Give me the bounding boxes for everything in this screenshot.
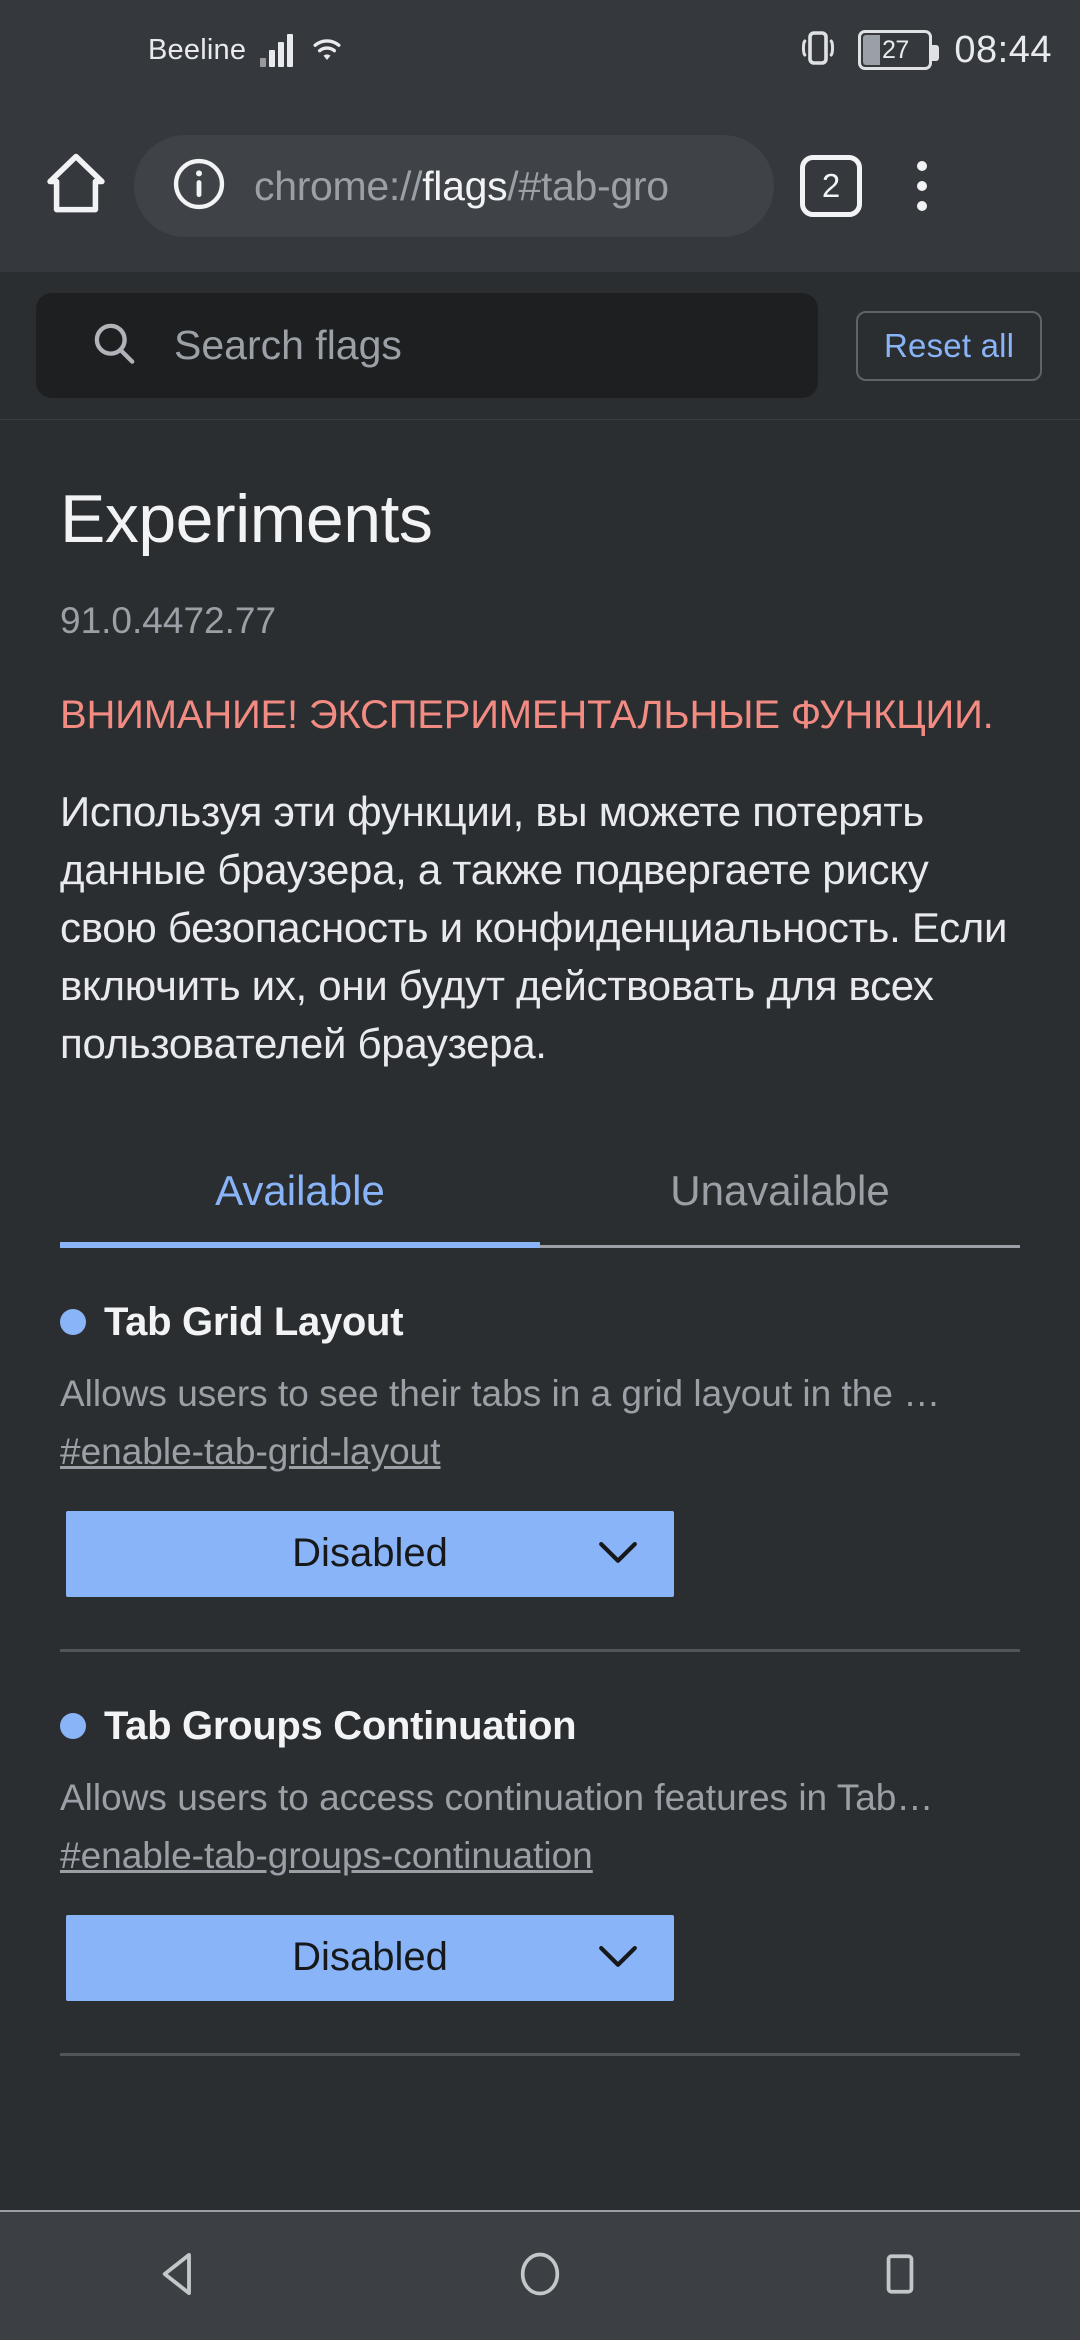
nav-recents-button[interactable] xyxy=(840,2216,960,2336)
battery-percent: 27 xyxy=(882,35,909,64)
status-bar-right: 27 08:44 xyxy=(800,28,1052,73)
tab-unavailable[interactable]: Unavailable xyxy=(540,1139,1020,1245)
tab-switcher-button[interactable]: 2 xyxy=(800,155,862,217)
info-circle-icon[interactable] xyxy=(170,155,228,218)
back-triangle-icon xyxy=(153,2247,207,2306)
page-title: Experiments xyxy=(60,481,433,557)
flag-header: Tab Grid Layout xyxy=(60,1300,1020,1345)
home-button[interactable] xyxy=(30,140,122,232)
url-bar[interactable]: chrome://flags/#tab-gro xyxy=(134,135,774,237)
flag-divider xyxy=(60,1648,1020,1652)
flag-description: Allows users to access continuation feat… xyxy=(60,1776,934,1818)
status-bar-left: Beeline xyxy=(148,32,347,69)
carrier-label: Beeline xyxy=(148,33,247,66)
signal-icon xyxy=(260,33,294,67)
flag-description: Allows users to see their tabs in a grid… xyxy=(60,1372,941,1414)
home-icon xyxy=(39,147,113,226)
flag-status-dot-icon xyxy=(60,1309,86,1336)
search-input[interactable]: Search flags xyxy=(36,293,818,398)
page-content: Experiments 91.0.4472.77 ВНИМАНИЕ! ЭКСПЕ… xyxy=(0,420,1080,2210)
flag-state-value: Disabled xyxy=(292,1531,448,1576)
flag-name: Tab Groups Continuation xyxy=(104,1703,577,1748)
url-prefix: chrome:// xyxy=(254,162,423,209)
recents-square-icon xyxy=(875,2249,925,2304)
version-label: 91.0.4472.77 xyxy=(60,600,277,641)
flag-entry: Tab Groups Continuation Allows users to … xyxy=(60,1652,1020,2056)
flag-entry: Tab Grid Layout Allows users to see thei… xyxy=(60,1248,1020,1652)
active-tab-indicator xyxy=(60,1241,540,1248)
flag-state-value: Disabled xyxy=(292,1935,448,1980)
battery-icon: 27 xyxy=(858,30,940,70)
nav-back-button[interactable] xyxy=(120,2216,240,2336)
wifi-icon xyxy=(307,32,347,69)
three-dot-menu-icon[interactable] xyxy=(890,144,954,228)
flag-permalink[interactable]: #enable-tab-grid-layout xyxy=(60,1431,441,1473)
reset-all-button[interactable]: Reset all xyxy=(856,310,1043,381)
clock: 08:44 xyxy=(954,28,1052,71)
description-text: Используя эти функции, вы можете потерят… xyxy=(60,788,1008,1067)
chevron-down-icon xyxy=(598,1935,638,1980)
url-text: chrome://flags/#tab-gro xyxy=(254,163,669,210)
search-icon xyxy=(88,317,140,374)
browser-toolbar: chrome://flags/#tab-gro 2 xyxy=(0,100,1080,272)
tab-available[interactable]: Available xyxy=(60,1139,540,1245)
home-circle-icon xyxy=(514,2248,566,2305)
status-bar: Beeline 27 08:44 xyxy=(0,0,1080,100)
nav-home-button[interactable] xyxy=(480,2216,600,2336)
flag-header: Tab Groups Continuation xyxy=(60,1704,1020,1749)
flag-state-select[interactable]: Disabled xyxy=(66,1914,674,2001)
warning-text: ВНИМАНИЕ! ЭКСПЕРИМЕНТАЛЬНЫЕ ФУНКЦИИ. xyxy=(60,693,994,737)
flags-search-bar: Search flags Reset all xyxy=(0,272,1080,420)
flag-state-select[interactable]: Disabled xyxy=(66,1510,674,1597)
search-placeholder: Search flags xyxy=(174,322,402,368)
flag-permalink[interactable]: #enable-tab-groups-continuation xyxy=(60,1835,593,1877)
url-emphasis: flags xyxy=(422,162,508,209)
vibrate-icon xyxy=(800,28,836,73)
flag-name: Tab Grid Layout xyxy=(104,1299,404,1344)
tab-bar: Available Unavailable xyxy=(60,1139,1020,1248)
android-nav-bar xyxy=(0,2210,1080,2340)
flag-divider xyxy=(60,2052,1020,2056)
flag-status-dot-icon xyxy=(60,1713,86,1740)
url-suffix: /#tab-gro xyxy=(507,162,669,209)
chevron-down-icon xyxy=(598,1531,638,1576)
